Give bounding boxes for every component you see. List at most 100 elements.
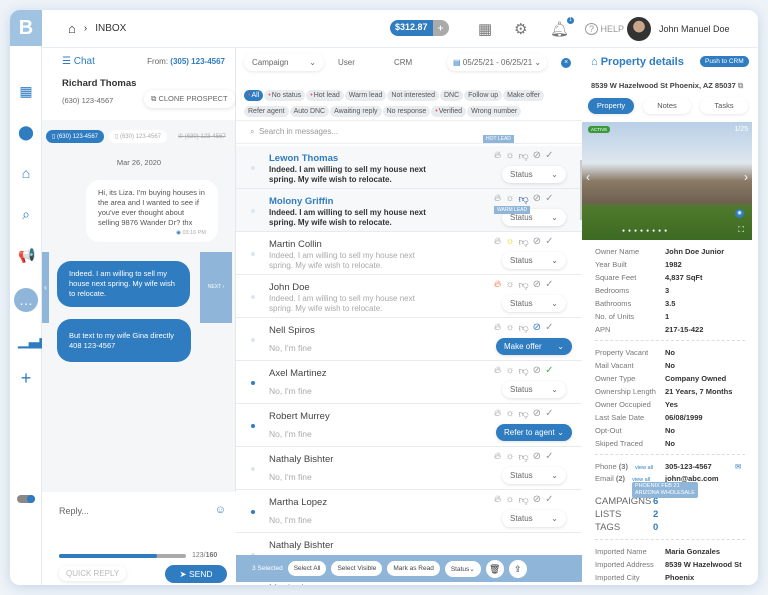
warm-lead-icon[interactable]: ☼ <box>505 365 514 377</box>
not-interested-icon[interactable]: 👎︎ <box>519 193 529 205</box>
warm-lead-icon[interactable]: ☼ <box>505 236 514 248</box>
hot-lead-icon[interactable]: 🔥︎ <box>494 408 501 420</box>
status-select[interactable]: Status⌄ <box>502 166 566 183</box>
not-interested-icon[interactable]: 👎︎ <box>519 279 529 291</box>
message-row[interactable]: John DoeIndeed. I am willing to sell my … <box>236 275 582 318</box>
dnc-icon[interactable]: ⊘ <box>533 408 541 420</box>
tab-notes[interactable]: Notes <box>643 98 691 114</box>
warm-lead-icon[interactable]: ☼ <box>505 451 514 463</box>
property-search-icon[interactable]: ⌕ <box>18 206 34 222</box>
emoji-icon[interactable]: ☺ <box>215 504 226 516</box>
warm-lead-icon[interactable]: ☼ <box>505 322 514 334</box>
message-row[interactable]: Nell SpirosNo, I'm fine🔥︎☼👎︎⊘✓Make offer… <box>236 318 582 361</box>
verified-icon[interactable]: ✓ <box>545 279 553 291</box>
inbox-chat-icon[interactable]: … <box>14 288 38 312</box>
status-select[interactable]: Status⌄ <box>502 381 566 398</box>
select-visible-button[interactable]: Select Visible <box>331 561 382 576</box>
push-to-crm-button[interactable]: Push to CRM <box>700 56 749 67</box>
status-chip[interactable]: Awaiting reply <box>330 106 381 117</box>
warm-lead-icon[interactable]: ☼ <box>505 150 514 162</box>
user-menu[interactable]: John Manuel Doe <box>627 17 730 41</box>
verified-icon[interactable]: ✓ <box>545 322 553 334</box>
count-value[interactable]: 0 <box>653 522 658 533</box>
dnc-icon[interactable]: ⊘ <box>533 365 541 377</box>
not-interested-icon[interactable]: 👎︎ <box>519 494 529 506</box>
status-select[interactable]: Refer to agent⌄ <box>496 424 572 441</box>
verified-icon[interactable]: ✓ <box>545 408 553 420</box>
hot-lead-icon[interactable]: 🔥︎ <box>494 494 501 506</box>
message-row[interactable]: Lewon ThomasIndeed. I am willing to sell… <box>236 146 582 189</box>
search-bar[interactable]: ⌕ Search in messages... <box>236 120 582 144</box>
notification-bell-icon[interactable]: 🔔︎1 <box>550 20 569 38</box>
warm-lead-icon[interactable]: ☼ <box>505 494 514 506</box>
mark-read-button[interactable]: Mark as Read <box>387 561 439 576</box>
hot-lead-icon[interactable]: 🔥︎ <box>494 236 501 248</box>
reports-chart-icon[interactable]: ▁▃▅ <box>18 332 34 348</box>
hot-lead-icon[interactable]: 🔥︎ <box>494 322 501 334</box>
add-funds-icon[interactable]: + <box>433 20 449 36</box>
status-chip[interactable]: Follow up <box>464 90 502 101</box>
balance-badge[interactable]: $312.87+ <box>390 20 449 36</box>
verified-icon[interactable]: ✓ <box>545 193 553 205</box>
quick-reply-button[interactable]: QUICK REPLY <box>59 566 126 581</box>
message-row[interactable]: Nathaly BishterNo, I'm fine🔥︎☼👎︎⊘✓Status… <box>236 447 582 490</box>
campaign-select[interactable]: Campaign ⌄ <box>244 54 324 71</box>
bulk-status-select[interactable]: Status⌄ <box>445 561 481 577</box>
dnc-icon[interactable]: ⊘ <box>533 494 541 506</box>
dnc-icon[interactable]: ⊘ <box>533 322 541 334</box>
reply-input[interactable]: Reply... <box>59 506 89 516</box>
not-interested-icon[interactable]: 👎︎ <box>519 365 529 377</box>
warm-lead-icon[interactable]: ☼ <box>505 193 514 205</box>
phone-tab-3[interactable]: ✆ (630) 123-4567 <box>172 130 232 143</box>
status-chip[interactable]: Wrong number <box>467 106 521 117</box>
status-chip[interactable]: Make offer <box>503 90 544 101</box>
warm-lead-icon[interactable]: ☼ <box>505 279 514 291</box>
status-chip[interactable]: No response <box>383 106 431 117</box>
clear-filters-icon[interactable]: × <box>561 58 571 68</box>
message-row[interactable]: Martin CollinIndeed. I am willing to sel… <box>236 232 582 275</box>
dnc-icon[interactable]: ⊘ <box>533 279 541 291</box>
phone-tab-2[interactable]: ▯ (630) 123-4567 <box>109 130 167 143</box>
status-select[interactable]: Status⌄ <box>502 252 566 269</box>
status-select[interactable]: Status⌄ <box>502 467 566 484</box>
dnc-icon[interactable]: ⊘ <box>533 150 541 162</box>
status-select[interactable]: Status⌄ <box>502 295 566 312</box>
status-chip[interactable]: Auto DNC <box>290 106 330 117</box>
hot-lead-icon[interactable]: 🔥︎ <box>494 451 501 463</box>
status-chip[interactable]: Refer agent <box>244 106 289 117</box>
warm-lead-icon[interactable]: ☼ <box>505 408 514 420</box>
hot-lead-icon[interactable]: 🔥︎ <box>494 193 501 205</box>
add-icon[interactable]: + <box>18 370 34 386</box>
status-select[interactable]: Make offer⌄ <box>496 338 572 355</box>
photo-next-icon[interactable]: › <box>744 170 748 184</box>
clone-prospect-button[interactable]: ⧉ CLONE PROSPECT <box>144 90 235 108</box>
verified-icon[interactable]: ✓ <box>545 236 553 248</box>
photo-prev-icon[interactable]: ‹ <box>586 170 590 184</box>
select-all-button[interactable]: Select All <box>288 561 327 576</box>
count-value[interactable]: 2 <box>653 509 658 520</box>
crm-select[interactable]: CRM <box>386 54 441 71</box>
not-interested-icon[interactable]: 👎︎ <box>519 236 529 248</box>
next-button[interactable]: NEXT › <box>200 252 232 323</box>
tab-property[interactable]: Property <box>588 98 634 114</box>
theme-toggle[interactable] <box>17 495 35 503</box>
search-input[interactable]: Search in messages... <box>259 127 338 136</box>
map-pin-icon[interactable]: ⬤ <box>18 124 34 140</box>
calendar-icon[interactable]: ▦ <box>478 20 492 38</box>
verified-icon[interactable]: ✓ <box>545 451 553 463</box>
status-chip[interactable]: •No status <box>264 90 305 101</box>
hot-lead-icon[interactable]: 🔥︎ <box>494 365 501 377</box>
dnc-icon[interactable]: ⊘ <box>533 236 541 248</box>
count-row[interactable]: LISTS2 <box>595 509 621 520</box>
not-interested-icon[interactable]: 👎︎ <box>519 408 529 420</box>
prev-arrow-button[interactable]: ‹ <box>42 252 49 323</box>
date-range-picker[interactable]: ▤ 05/25/21 - 06/25/21 ⌄ <box>447 54 547 71</box>
verified-icon[interactable]: ✓ <box>545 365 553 377</box>
logo[interactable]: B <box>10 10 42 46</box>
export-icon[interactable]: ⇪ <box>509 560 527 578</box>
copy-icon[interactable]: ⧉ <box>738 81 743 90</box>
dashboard-icon[interactable]: ▦ <box>18 83 34 99</box>
status-chip[interactable]: Not interested <box>387 90 439 101</box>
phone-view-all-link[interactable]: view all <box>635 465 653 471</box>
message-row[interactable]: Axel MartinezNo, I'm fine🔥︎☼👎︎⊘✓Status⌄ <box>236 361 582 404</box>
